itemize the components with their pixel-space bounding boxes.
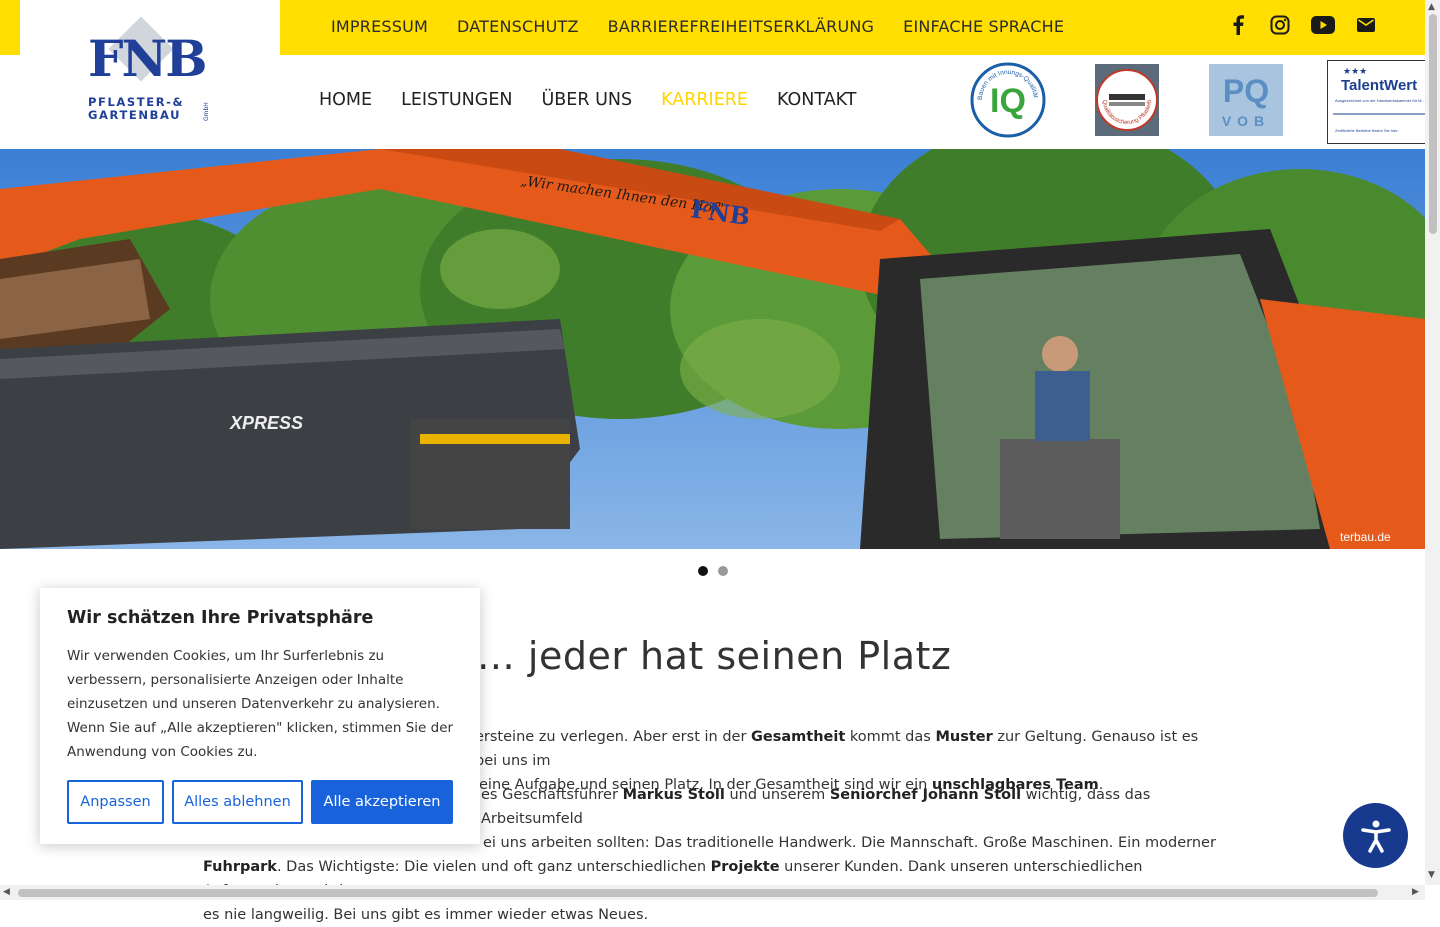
iq-badge-label: IQ (990, 82, 1026, 120)
slider-dot-1[interactable] (698, 566, 708, 576)
logo-legal-form: GmbH (203, 102, 210, 121)
talentwert-badge[interactable]: ★★★ TalentWert Ausgezeichnet von der Han… (1327, 60, 1425, 144)
top-nav: IMPRESSUM DATENSCHUTZ BARRIEREFREIHEITSE… (331, 17, 1064, 36)
instagram-icon[interactable] (1269, 14, 1291, 36)
scroll-up-arrow-icon[interactable]: ▲ (1428, 2, 1435, 12)
scroll-right-arrow-icon[interactable]: ▶ (1412, 887, 1419, 897)
top-nav-datenschutz[interactable]: DATENSCHUTZ (457, 17, 579, 36)
logo-subtitle: PFLASTER-& GARTENBAU (88, 95, 185, 122)
accessibility-button[interactable] (1343, 803, 1408, 868)
nav-leistungen[interactable]: LEISTUNGEN (401, 90, 512, 110)
pq-badge-line2: VOB (1222, 113, 1270, 129)
cookie-customize-button[interactable]: Anpassen (67, 780, 164, 824)
hero-image: „Wir machen Ihnen den Hof" FNB XPRESS te… (0, 149, 1425, 549)
talentwert-stars: ★★★ (1343, 67, 1367, 77)
hero-slider[interactable]: „Wir machen Ihnen den Hof" FNB XPRESS te… (0, 149, 1425, 549)
pq-badge-line1: PQ (1223, 73, 1269, 109)
scroll-left-arrow-icon[interactable]: ◀ (3, 887, 10, 897)
main-nav: HOME LEISTUNGEN ÜBER UNS KARRIERE KONTAK… (319, 90, 856, 110)
logo[interactable]: FNB PFLASTER-& GARTENBAU GmbH (20, 0, 280, 148)
truck-brand: XPRESS (229, 413, 303, 433)
slider-dots (698, 566, 728, 576)
accessibility-icon (1360, 820, 1391, 853)
nav-home[interactable]: HOME (319, 90, 372, 110)
cookie-reject-button[interactable]: Alles ablehnen (172, 780, 303, 824)
cookie-accept-button[interactable]: Alle akzeptieren (311, 780, 453, 824)
pq-vob-badge[interactable]: PQ VOB (1209, 64, 1283, 140)
top-nav-barrierefreiheit[interactable]: BARRIEREFREIHEITSERKLÄRUNG (608, 17, 875, 36)
nav-kontakt[interactable]: KONTAKT (777, 90, 857, 110)
talentwert-sub: Ausgezeichnet von der Handwerkskammer fü… (1335, 98, 1425, 103)
cookie-title: Wir schätzen Ihre Privatsphäre (67, 608, 374, 628)
horizontal-scroll-thumb[interactable] (18, 889, 1378, 897)
talentwert-foot: Zertifizierte Betriebe finden Sie hier: (1335, 128, 1399, 133)
mail-icon[interactable] (1355, 14, 1377, 36)
facebook-icon[interactable] (1227, 14, 1249, 36)
iq-badge[interactable]: IQ Bauen mit Innungs-Qualität e.V. (968, 60, 1048, 144)
youtube-icon[interactable] (1311, 14, 1335, 36)
vertical-scrollbar[interactable]: ▲ ▼ (1425, 0, 1440, 885)
quality-seal-badge[interactable]: Qualitätssicherung Pflasterbaubetriebe (1093, 60, 1161, 140)
logo-text: FNB (88, 29, 207, 88)
vertical-scroll-thumb[interactable] (1429, 14, 1437, 234)
hero-site-text: terbau.de (1340, 530, 1391, 544)
nav-ueber-uns[interactable]: ÜBER UNS (541, 90, 632, 110)
top-nav-einfache-sprache[interactable]: EINFACHE SPRACHE (903, 17, 1064, 36)
talentwert-title: TalentWert (1341, 77, 1417, 94)
nav-karriere[interactable]: KARRIERE (661, 90, 748, 110)
cookie-consent-dialog: Wir schätzen Ihre Privatsphäre Wir verwe… (40, 588, 480, 844)
horizontal-scrollbar[interactable]: ◀ ▶ (0, 885, 1425, 900)
scroll-down-arrow-icon[interactable]: ▼ (1428, 870, 1435, 880)
cookie-text: Wir verwenden Cookies, um Ihr Surferlebn… (67, 648, 454, 760)
slider-dot-2[interactable] (718, 566, 728, 576)
certification-badges: IQ Bauen mit Innungs-Qualität e.V. Quali… (968, 60, 1425, 144)
social-links (1227, 14, 1377, 36)
top-nav-impressum[interactable]: IMPRESSUM (331, 17, 428, 36)
